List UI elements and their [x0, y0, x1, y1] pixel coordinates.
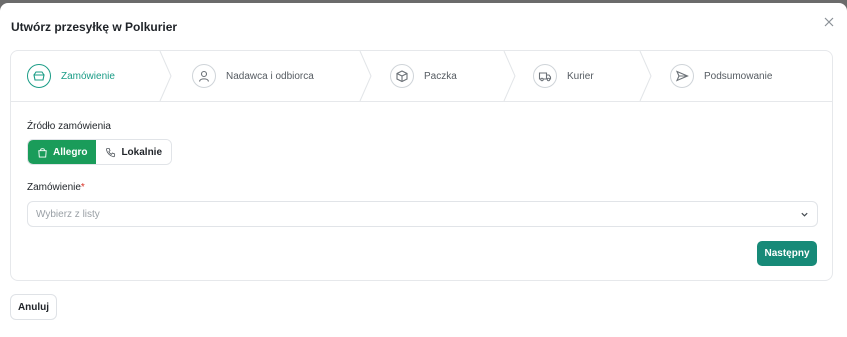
basket-icon	[27, 64, 51, 88]
cancel-button[interactable]: Anuluj	[10, 294, 57, 320]
step-divider	[639, 51, 652, 101]
source-allegro-button[interactable]: Allegro	[28, 140, 97, 164]
step-package[interactable]: Paczka	[390, 51, 457, 101]
order-source-toggle: Allegro Lokalnie	[27, 139, 173, 165]
send-icon	[670, 64, 694, 88]
chevron-down-icon	[801, 212, 808, 217]
close-icon[interactable]	[822, 15, 836, 29]
wizard-card: Zamówienie Nadawca i odbiorca Paczka Kur…	[10, 50, 833, 281]
required-mark: *	[80, 182, 85, 193]
step-summary[interactable]: Podsumowanie	[670, 51, 772, 101]
step-divider	[159, 51, 172, 101]
wizard-stepper: Zamówienie Nadawca i odbiorca Paczka Kur…	[11, 51, 832, 102]
step-label: Zamówienie	[61, 70, 115, 82]
order-source-label: Źródło zamówienia	[27, 121, 111, 132]
step-courier[interactable]: Kurier	[533, 51, 594, 101]
source-allegro-label: Allegro	[53, 146, 88, 158]
step-divider	[359, 51, 372, 101]
create-shipment-dialog: Utwórz przesyłkę w Polkurier Zamówienie …	[0, 3, 847, 337]
order-select[interactable]: Wybierz z listy	[27, 201, 818, 227]
user-icon	[192, 64, 216, 88]
dialog-title: Utwórz przesyłkę w Polkurier	[11, 20, 178, 34]
step-label: Nadawca i odbiorca	[226, 70, 314, 82]
bag-icon	[38, 147, 47, 158]
order-field-label: Zamówienie*	[27, 182, 85, 193]
box-icon	[390, 64, 414, 88]
step-label: Kurier	[567, 70, 594, 82]
next-button[interactable]: Następny	[757, 241, 817, 266]
order-label-text: Zamówienie	[27, 182, 81, 193]
step-divider	[503, 51, 516, 101]
source-local-label: Lokalnie	[121, 146, 163, 158]
step-label: Paczka	[424, 70, 457, 82]
order-select-placeholder: Wybierz z listy	[36, 208, 100, 220]
truck-icon	[533, 64, 557, 88]
step-sender-recipient[interactable]: Nadawca i odbiorca	[192, 51, 314, 101]
step-label: Podsumowanie	[704, 70, 773, 82]
phone-icon	[106, 147, 116, 157]
step-order[interactable]: Zamówienie	[27, 51, 115, 101]
source-local-button[interactable]: Lokalnie	[96, 140, 172, 164]
